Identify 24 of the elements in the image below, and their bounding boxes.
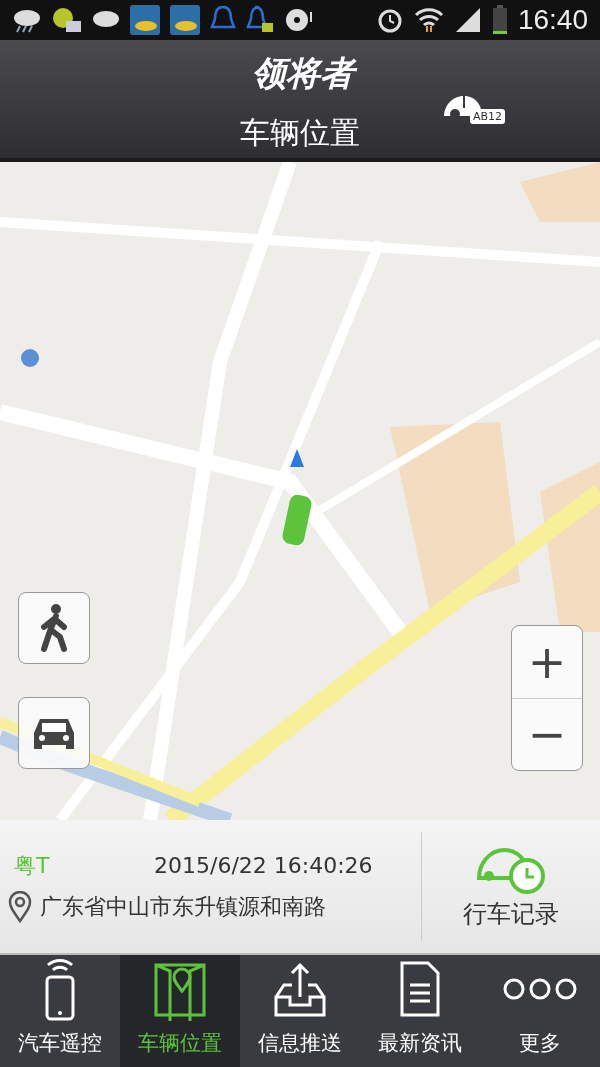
- walk-mode-button[interactable]: [18, 592, 90, 664]
- app-icon: [170, 5, 200, 35]
- page-title: 车辆位置: [240, 114, 360, 152]
- zoom-in-button[interactable]: +: [512, 626, 582, 698]
- address: 广东省中山市东升镇源和南路: [40, 892, 326, 921]
- clock-time: 16:40: [517, 4, 588, 36]
- nav-tab[interactable]: 车辆位置: [120, 955, 240, 1067]
- mail-icon: [52, 6, 82, 34]
- driving-record-button[interactable]: 行车记录: [457, 842, 565, 931]
- brand-logo: 领将者: [244, 50, 362, 98]
- nav-tab[interactable]: 最新资讯: [360, 955, 480, 1067]
- nav-tab[interactable]: 汽车遥控: [0, 955, 120, 1067]
- timestamp: 2015/6/22 16:40:26: [154, 853, 373, 878]
- plate-badge[interactable]: AB12: [470, 109, 506, 124]
- nav-tab[interactable]: 更多: [480, 955, 600, 1067]
- disc-icon: [284, 6, 314, 34]
- car-mode-button[interactable]: [18, 697, 90, 769]
- zoom-out-button[interactable]: −: [512, 697, 582, 770]
- nav-tab[interactable]: 信息推送: [240, 955, 360, 1067]
- wifi-icon: [413, 6, 444, 34]
- app-icon: [130, 5, 160, 35]
- location-pin-icon: [8, 890, 32, 923]
- battery-icon: [491, 5, 508, 35]
- license-plate: 粤T: [13, 851, 51, 880]
